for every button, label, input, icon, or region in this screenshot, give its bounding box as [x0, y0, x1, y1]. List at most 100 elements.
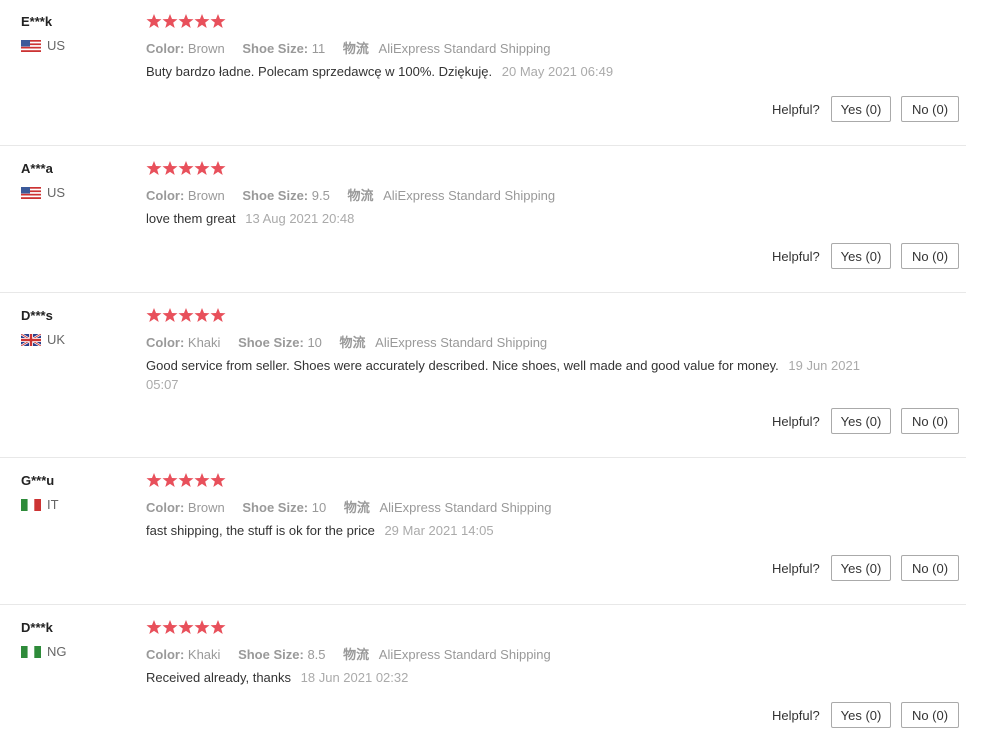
reviewer-name: A***a — [21, 161, 53, 176]
product-attributes: Color: Khaki Shoe Size: 8.5 物流 AliExpres… — [146, 644, 551, 663]
star-icon — [146, 161, 162, 175]
review-body: love them great — [146, 211, 236, 226]
helpful-label: Helpful? — [772, 102, 820, 117]
logistics-label: 物流 — [342, 41, 369, 56]
color-value: Brown — [187, 500, 225, 515]
star-icon — [178, 473, 194, 487]
helpful-no-button[interactable]: No (0) — [901, 243, 959, 269]
star-icon — [162, 473, 178, 487]
shipping-value: AliExpress Standard Shipping — [375, 335, 548, 350]
it-flag-icon — [21, 498, 41, 511]
logistics-label: 物流 — [343, 500, 370, 515]
review-date: 18 Jun 2021 02:32 — [300, 670, 409, 685]
star-icon — [146, 473, 162, 487]
star-icon — [194, 161, 210, 175]
star-icon — [194, 620, 210, 634]
color-label: Color: — [146, 500, 185, 515]
star-icon — [162, 161, 178, 175]
star-icon — [178, 161, 194, 175]
star-rating — [146, 472, 226, 488]
star-icon — [146, 620, 162, 634]
star-icon — [194, 308, 210, 322]
reviewer-name: D***s — [21, 308, 53, 323]
review-body: Good service from seller. Shoes were acc… — [146, 358, 779, 373]
review-item: A***a US Color: Brown Shoe Size: 9.5 物流 … — [0, 147, 966, 293]
star-rating — [146, 160, 226, 176]
review-text: Received already, thanks 18 Jun 2021 02:… — [146, 668, 866, 687]
size-label: Shoe Size: — [242, 188, 309, 203]
helpful-yes-button[interactable]: Yes (0) — [831, 702, 891, 728]
product-attributes: Color: Khaki Shoe Size: 10 物流 AliExpress… — [146, 332, 547, 351]
review-date: 20 May 2021 06:49 — [501, 64, 614, 79]
star-rating — [146, 619, 226, 635]
helpful-yes-button[interactable]: Yes (0) — [831, 96, 891, 122]
reviewer-country: NG — [21, 644, 67, 659]
helpful-no-button[interactable]: No (0) — [901, 96, 959, 122]
logistics-label: 物流 — [343, 647, 370, 662]
star-icon — [210, 14, 226, 28]
reviewer-name: G***u — [21, 473, 55, 488]
shipping-value: AliExpress Standard Shipping — [383, 188, 556, 203]
helpful-no-button[interactable]: No (0) — [901, 555, 959, 581]
star-icon — [210, 161, 226, 175]
size-label: Shoe Size: — [238, 335, 304, 350]
helpful-no-button[interactable]: No (0) — [901, 702, 959, 728]
shipping-value: AliExpress Standard Shipping — [378, 41, 551, 56]
helpful-no-button[interactable]: No (0) — [901, 408, 959, 434]
helpful-label: Helpful? — [772, 708, 820, 723]
star-icon — [194, 14, 210, 28]
uk-flag-icon — [21, 333, 41, 346]
reviewer-name: E***k — [21, 14, 53, 29]
shipping-value: AliExpress Standard Shipping — [378, 647, 551, 662]
star-icon — [178, 14, 194, 28]
review-body: Received already, thanks — [146, 670, 292, 685]
us-flag-icon — [21, 186, 41, 199]
size-value: 10 — [307, 335, 322, 350]
star-icon — [210, 308, 226, 322]
helpful-label: Helpful? — [772, 561, 820, 576]
country-code: US — [47, 38, 66, 53]
color-value: Khaki — [187, 335, 221, 350]
review-item: G***u IT Color: Brown Shoe Size: 10 物流 A… — [0, 459, 966, 605]
color-value: Brown — [187, 41, 225, 56]
size-value: 8.5 — [307, 647, 326, 662]
helpful-yes-button[interactable]: Yes (0) — [831, 555, 891, 581]
review-text: Buty bardzo ładne. Polecam sprzedawcę w … — [146, 62, 866, 81]
reviewer-country: US — [21, 185, 65, 200]
review-date: 13 Aug 2021 20:48 — [245, 211, 355, 226]
logistics-label: 物流 — [347, 188, 374, 203]
size-label: Shoe Size: — [242, 41, 309, 56]
reviewer-country: US — [21, 38, 65, 53]
shipping-value: AliExpress Standard Shipping — [379, 500, 552, 515]
size-value: 10 — [311, 500, 327, 515]
reviewer-name: D***k — [21, 620, 53, 635]
helpful-yes-button[interactable]: Yes (0) — [831, 243, 891, 269]
star-rating — [146, 13, 226, 29]
star-icon — [162, 14, 178, 28]
color-label: Color: — [146, 188, 185, 203]
color-label: Color: — [146, 647, 185, 662]
review-body: fast shipping, the stuff is ok for the p… — [146, 523, 375, 538]
star-icon — [178, 308, 194, 322]
color-label: Color: — [146, 41, 185, 56]
helpful-label: Helpful? — [772, 414, 820, 429]
star-icon — [146, 14, 162, 28]
product-attributes: Color: Brown Shoe Size: 9.5 物流 AliExpres… — [146, 185, 555, 204]
star-icon — [210, 473, 226, 487]
helpful-yes-button[interactable]: Yes (0) — [831, 408, 891, 434]
review-item: D***k NG Color: Khaki Shoe Size: 8.5 物流 … — [0, 606, 966, 734]
star-icon — [146, 308, 162, 322]
logistics-label: 物流 — [339, 335, 366, 350]
reviewer-country: UK — [21, 332, 65, 347]
us-flag-icon — [21, 39, 41, 52]
size-value: 11 — [311, 41, 326, 56]
color-label: Color: — [146, 335, 185, 350]
review-item: E***k US Color: Brown Shoe Size: 11 物流 A… — [0, 0, 966, 146]
size-label: Shoe Size: — [238, 647, 304, 662]
star-icon — [210, 620, 226, 634]
star-icon — [162, 620, 178, 634]
product-attributes: Color: Brown Shoe Size: 11 物流 AliExpress… — [146, 38, 551, 57]
country-code: IT — [47, 497, 59, 512]
size-label: Shoe Size: — [242, 500, 309, 515]
product-attributes: Color: Brown Shoe Size: 10 物流 AliExpress… — [146, 497, 552, 516]
